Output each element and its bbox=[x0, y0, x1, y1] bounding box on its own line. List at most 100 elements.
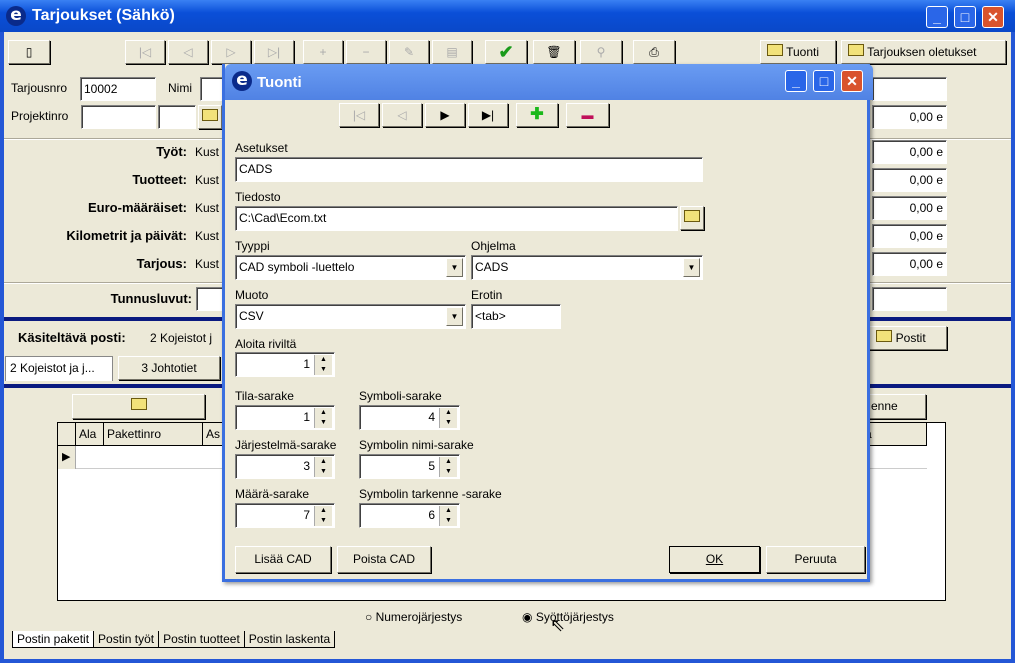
ohjelma-label: Ohjelma bbox=[471, 239, 516, 253]
trash-icon[interactable]: 🗑 bbox=[533, 40, 575, 64]
spin-arrows-icon[interactable]: ▲ ▼ bbox=[314, 457, 332, 477]
spin-arrows-icon[interactable]: ▲ ▼ bbox=[314, 408, 332, 428]
tab-postin-tyot[interactable]: Postin työt bbox=[94, 631, 160, 648]
next-record-button[interactable]: ▷ bbox=[211, 40, 251, 64]
grid-corner bbox=[58, 423, 76, 446]
poista-cad-button[interactable]: Poista CAD bbox=[337, 546, 431, 573]
main-title-bar: e Tarjoukset (Sähkö) _ □ ✕ bbox=[0, 0, 1015, 32]
last-record-button[interactable]: ▷| bbox=[254, 40, 294, 64]
exit-door-button[interactable]: ▯ bbox=[8, 40, 50, 64]
tarjouksen-oletukset-button[interactable]: Tarjouksen oletukset bbox=[841, 40, 1006, 64]
chevron-down-icon[interactable]: ▼ bbox=[446, 307, 463, 326]
dialog-prev-button[interactable]: ◁ bbox=[382, 103, 422, 127]
row-indicator-icon: ▶ bbox=[58, 446, 76, 469]
tuonti-dialog: e Tuonti _ □ ✕ |◁ ◁ ▶ ▶| ✚ ▬ Asetukset C… bbox=[222, 64, 873, 582]
tyyppi-select[interactable]: CAD symboli -luettelo ▼ bbox=[235, 255, 466, 280]
spin-arrows-icon[interactable]: ▲ ▼ bbox=[439, 506, 457, 526]
asetukset-input[interactable]: CADS bbox=[235, 157, 703, 182]
tarjousnro-input[interactable]: 10002 bbox=[80, 77, 156, 101]
post-tab-2[interactable]: 3 Johtotiet bbox=[118, 356, 220, 380]
kilometrit-value: 0,00 e bbox=[872, 224, 947, 248]
tyot-value: 0,00 e bbox=[872, 140, 947, 164]
grid-header-pakettinro[interactable]: Pakettinro bbox=[104, 423, 203, 446]
tunnusluvut-label: Tunnusluvut: bbox=[110, 291, 192, 306]
tarjous-label: Tarjous: bbox=[136, 256, 187, 271]
postit-label: Postit bbox=[895, 331, 926, 345]
close-button[interactable]: ✕ bbox=[982, 6, 1004, 28]
window-title: Tarjoukset (Sähkö) bbox=[32, 7, 175, 24]
jarjestelma-spinner[interactable]: 3 ▲ ▼ bbox=[235, 454, 335, 479]
save-check-button[interactable]: ✔ bbox=[485, 40, 527, 64]
edit-button[interactable]: ✎ bbox=[389, 40, 429, 64]
folder-button[interactable] bbox=[72, 394, 205, 419]
tiedosto-label: Tiedosto bbox=[235, 190, 281, 204]
delete-record-button[interactable]: − bbox=[346, 40, 386, 64]
muoto-select[interactable]: CSV ▼ bbox=[235, 304, 466, 329]
spin-arrows-icon[interactable]: ▲ ▼ bbox=[314, 506, 332, 526]
tab-postin-tuotteet[interactable]: Postin tuotteet bbox=[159, 631, 245, 648]
folder-icon bbox=[202, 109, 218, 121]
maara-spinner[interactable]: 7 ▲ ▼ bbox=[235, 503, 335, 528]
top-right-value: 0,00 e bbox=[872, 105, 947, 129]
tyyppi-value: CAD symboli -luettelo bbox=[239, 260, 355, 274]
symtarkenne-spinner[interactable]: 6 ▲ ▼ bbox=[359, 503, 460, 528]
tab-postin-paketit[interactable]: Postin paketit bbox=[12, 631, 95, 648]
dialog-close-button[interactable]: ✕ bbox=[841, 70, 863, 92]
folder-button[interactable] bbox=[198, 105, 222, 129]
projektinro-secondary-input[interactable] bbox=[158, 105, 196, 129]
attach-button[interactable]: ⚲ bbox=[580, 40, 622, 64]
chevron-down-icon[interactable]: ▼ bbox=[446, 258, 463, 277]
radio-syottojarjestys[interactable]: ◉ Syöttöjärjestys bbox=[522, 610, 614, 624]
dialog-remove-button[interactable]: ▬ bbox=[566, 103, 609, 127]
bottom-tabs: Postin paketit Postin työt Postin tuotte… bbox=[12, 631, 336, 648]
post-tab-1[interactable]: 2 Kojeistot ja j... bbox=[5, 356, 113, 381]
dialog-minimize-button[interactable]: _ bbox=[785, 70, 807, 92]
grid-header-ala[interactable]: Ala bbox=[76, 423, 104, 446]
spin-arrows-icon[interactable]: ▲ ▼ bbox=[314, 355, 332, 375]
tyyppi-label: Tyyppi bbox=[235, 239, 270, 253]
radio-numerojarjestys[interactable]: ○ Numerojärjestys bbox=[365, 610, 462, 624]
symboli-label: Symboli-sarake bbox=[359, 389, 442, 403]
symnimi-label: Symbolin nimi-sarake bbox=[359, 438, 474, 452]
dialog-next-button[interactable]: ▶ bbox=[425, 103, 465, 127]
aloita-spinner[interactable]: 1 ▲ ▼ bbox=[235, 352, 335, 377]
spin-arrows-icon[interactable]: ▲ ▼ bbox=[439, 408, 457, 428]
euro-maaraiset-value: 0,00 e bbox=[872, 196, 947, 220]
tab-postin-laskenta[interactable]: Postin laskenta bbox=[244, 631, 336, 648]
erotin-input[interactable]: <tab> bbox=[471, 304, 561, 329]
tila-spinner[interactable]: 1 ▲ ▼ bbox=[235, 405, 335, 430]
dialog-last-button[interactable]: ▶| bbox=[468, 103, 508, 127]
tuonti-button[interactable]: Tuonti bbox=[760, 40, 836, 64]
kasiteltava-label: Käsiteltävä posti: bbox=[18, 330, 126, 345]
symnimi-spinner[interactable]: 5 ▲ ▼ bbox=[359, 454, 460, 479]
tiedosto-input[interactable]: C:\Cad\Ecom.txt bbox=[235, 206, 678, 231]
minimize-button[interactable]: _ bbox=[926, 6, 948, 28]
tyot-label: Työt: bbox=[156, 144, 187, 159]
dialog-first-button[interactable]: |◁ bbox=[339, 103, 379, 127]
radio-label: Syöttöjärjestys bbox=[535, 610, 614, 624]
lisaa-cad-button[interactable]: Lisää CAD bbox=[235, 546, 331, 573]
add-record-button[interactable]: + bbox=[303, 40, 343, 64]
asetukset-label: Asetukset bbox=[235, 141, 288, 155]
cancel-edit-button[interactable]: ▤ bbox=[432, 40, 472, 64]
symtarkenne-label: Symbolin tarkenne -sarake bbox=[359, 487, 502, 501]
peruuta-button[interactable]: Peruuta bbox=[766, 546, 865, 573]
maximize-button[interactable]: □ bbox=[954, 6, 976, 28]
ohjelma-select[interactable]: CADS ▼ bbox=[471, 255, 703, 280]
maara-value: 7 bbox=[303, 508, 310, 522]
ok-button[interactable]: OK bbox=[669, 546, 760, 573]
tarjousnro-label: Tarjousnro bbox=[11, 81, 68, 95]
print-button[interactable]: ⎙ bbox=[633, 40, 675, 64]
folder-icon bbox=[767, 44, 783, 56]
dialog-maximize-button[interactable]: □ bbox=[813, 70, 835, 92]
euro-maaraiset-label: Euro-määräiset: bbox=[88, 200, 187, 215]
chevron-down-icon[interactable]: ▼ bbox=[683, 258, 700, 277]
prev-record-button[interactable]: ◁ bbox=[168, 40, 208, 64]
dialog-add-button[interactable]: ✚ bbox=[516, 103, 558, 127]
maara-label: Määrä-sarake bbox=[235, 487, 310, 501]
first-record-button[interactable]: |◁ bbox=[125, 40, 165, 64]
symboli-spinner[interactable]: 4 ▲ ▼ bbox=[359, 405, 460, 430]
projektinro-input[interactable] bbox=[81, 105, 156, 129]
spin-arrows-icon[interactable]: ▲ ▼ bbox=[439, 457, 457, 477]
browse-file-button[interactable] bbox=[680, 206, 704, 230]
